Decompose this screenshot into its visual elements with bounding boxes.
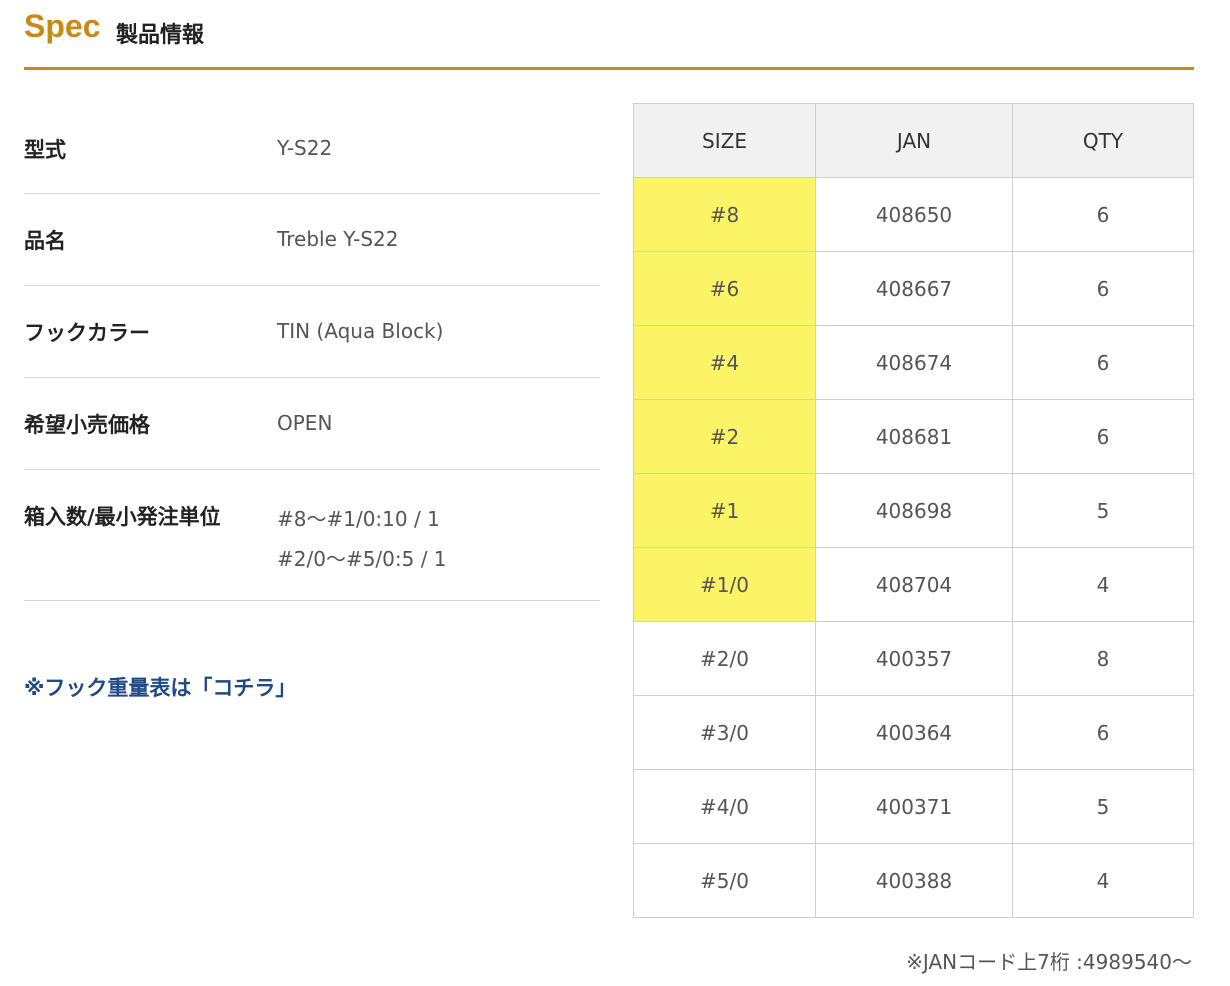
size-cell: #4	[633, 325, 816, 400]
jan-table-body: #8 408650 6 #6 408667 6 #4 408674 6 #2 408681 6 #1 40…	[633, 177, 1194, 918]
qty-cell: 5	[1012, 473, 1194, 548]
spec-row-box-quantity: 箱入数/最小発注単位 #8〜#1/0:10 / 1 #2/0〜#5/0:5 / …	[24, 470, 600, 601]
spec-row-hook-color: フックカラー TIN (Aqua Block)	[24, 286, 600, 378]
size-cell: #3/0	[633, 695, 816, 770]
spec-value: #8〜#1/0:10 / 1	[277, 507, 440, 531]
table-header-row: SIZE JAN QTY	[633, 103, 1194, 178]
table-row: #2 408681 6	[633, 399, 1194, 474]
spec-value: Y-S22	[277, 136, 333, 160]
spec-value: OPEN	[277, 411, 333, 435]
hook-weight-table-link[interactable]: ※フック重量表は「コチラ」	[24, 672, 296, 702]
table-row: #6 408667 6	[633, 251, 1194, 326]
heading-subtitle: 製品情報	[116, 23, 205, 48]
table-row: #2/0 400357 8	[633, 621, 1194, 696]
table-row: #8 408650 6	[633, 177, 1194, 252]
column-header-size: SIZE	[633, 103, 816, 178]
table-row: #5/0 400388 4	[633, 843, 1194, 918]
jan-cell: 408650	[815, 177, 1013, 252]
jan-cell: 408681	[815, 399, 1013, 474]
jan-cell: 408698	[815, 473, 1013, 548]
spec-row-model: 型式 Y-S22	[24, 103, 600, 194]
column-header-jan: JAN	[815, 103, 1013, 178]
size-cell: #8	[633, 177, 816, 252]
qty-cell: 4	[1012, 547, 1194, 622]
size-cell: #2	[633, 399, 816, 474]
spec-label: フックカラー	[24, 321, 150, 345]
jan-cell: 400388	[815, 843, 1013, 918]
heading-title: Spec	[24, 8, 101, 44]
spec-value: TIN (Aqua Block)	[277, 319, 444, 343]
qty-cell: 8	[1012, 621, 1194, 696]
qty-cell: 5	[1012, 769, 1194, 844]
spec-label: 型式	[24, 138, 66, 162]
spec-value-second-line: #2/0〜#5/0:5 / 1	[277, 547, 447, 571]
spec-label: 希望小売価格	[24, 413, 150, 437]
jan-cell: 400357	[815, 621, 1013, 696]
spec-value: Treble Y-S22	[277, 227, 399, 251]
qty-cell: 6	[1012, 399, 1194, 474]
jan-cell: 400364	[815, 695, 1013, 770]
spec-row-product-name: 品名 Treble Y-S22	[24, 194, 600, 286]
spec-heading: Spec 製品情報	[24, 4, 1194, 70]
jan-table: SIZE JAN QTY #8 408650 6 #6 408667 6 #4 408674 6…	[633, 103, 1194, 918]
size-cell: #2/0	[633, 621, 816, 696]
table-row: #1/0 408704 4	[633, 547, 1194, 622]
table-row: #1 408698 5	[633, 473, 1194, 548]
size-cell: #6	[633, 251, 816, 326]
size-cell: #4/0	[633, 769, 816, 844]
qty-cell: 6	[1012, 251, 1194, 326]
table-row: #4 408674 6	[633, 325, 1194, 400]
jan-cell: 408674	[815, 325, 1013, 400]
jan-cell: 408704	[815, 547, 1013, 622]
jan-cell: 408667	[815, 251, 1013, 326]
table-row: #3/0 400364 6	[633, 695, 1194, 770]
qty-cell: 6	[1012, 177, 1194, 252]
qty-cell: 6	[1012, 695, 1194, 770]
qty-cell: 4	[1012, 843, 1194, 918]
size-cell: #1/0	[633, 547, 816, 622]
spec-label: 箱入数/最小発注単位	[24, 505, 221, 529]
jan-code-note: ※JANコード上7桁 :4989540〜	[906, 950, 1192, 974]
size-cell: #5/0	[633, 843, 816, 918]
spec-label: 品名	[24, 229, 66, 253]
column-header-qty: QTY	[1012, 103, 1194, 178]
size-cell: #1	[633, 473, 816, 548]
spec-row-retail-price: 希望小売価格 OPEN	[24, 378, 600, 470]
qty-cell: 6	[1012, 325, 1194, 400]
jan-cell: 400371	[815, 769, 1013, 844]
table-row: #4/0 400371 5	[633, 769, 1194, 844]
spec-list: 型式 Y-S22 品名 Treble Y-S22 フックカラー TIN (Aqu…	[24, 103, 600, 601]
